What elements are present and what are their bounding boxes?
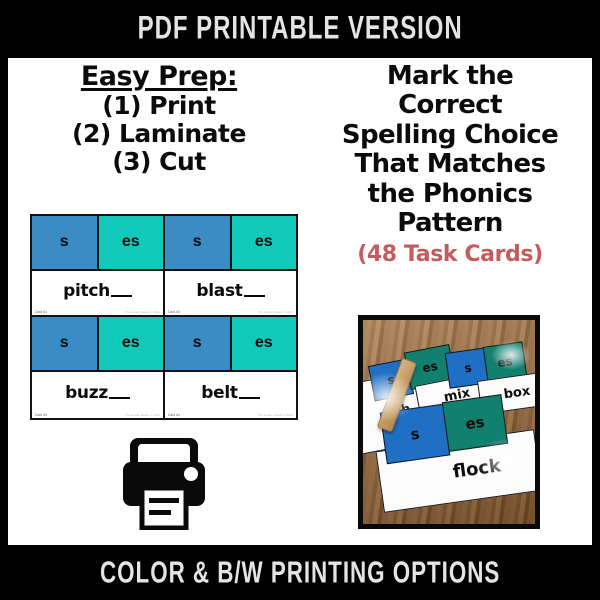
printer-indicator-icon — [184, 467, 198, 481]
right-column: Mark the Correct Spelling Choice That Ma… — [308, 61, 592, 542]
card-number: Card #3 — [35, 413, 48, 417]
instruction-line-3: Spelling Choice — [341, 119, 559, 150]
bottom-banner-text: COLOR & B/W PRINTING OPTIONS — [99, 555, 501, 589]
easy-prep-title: Easy Prep: — [80, 61, 238, 92]
bottom-banner: COLOR & B/W PRINTING OPTIONS — [0, 545, 600, 600]
top-banner-text: PDF PRINTABLE VERSION — [137, 10, 463, 47]
printer-paper-line — [149, 498, 179, 503]
task-card: s es belt Card #4 The Jordan Reads © 202… — [165, 317, 296, 418]
photo-choice-card: es — [441, 394, 509, 452]
instruction-line-1: Mark the — [386, 61, 514, 91]
choice-s[interactable]: s — [32, 216, 99, 269]
card-credit: The Jordan Reads © 2021 — [124, 310, 160, 314]
card-number: Card #4 — [168, 413, 181, 417]
instruction-line-6: Pattern — [397, 207, 503, 238]
choice-es[interactable]: es — [231, 216, 296, 269]
answer-blank — [238, 396, 260, 399]
card-word: buzz — [65, 383, 130, 403]
task-card: s es blast Card #2 The Jordan Reads © 20… — [165, 216, 296, 317]
product-photo: th s es mix s es — [358, 315, 540, 529]
top-banner: PDF PRINTABLE VERSION — [0, 0, 600, 58]
answer-blank — [110, 294, 132, 297]
choice-s[interactable]: s — [32, 317, 99, 370]
task-card-grid-preview: s es pitch Card #1 The Jordan Reads © 20… — [30, 214, 298, 420]
printer-paper-line — [149, 510, 171, 515]
easy-prep-block: Easy Prep: (1) Print (2) Laminate (3) Cu… — [14, 62, 304, 176]
choice-s[interactable]: s — [165, 216, 232, 269]
card-number: Card #1 — [35, 310, 48, 314]
choice-es[interactable]: es — [231, 317, 296, 370]
prep-step-2: (2) Laminate — [72, 119, 246, 149]
word-row: pitch Card #1 The Jordan Reads © 2021 — [32, 270, 163, 317]
instruction-line-2: Correct — [398, 90, 502, 121]
task-card-row: s es pitch Card #1 The Jordan Reads © 20… — [32, 216, 296, 317]
left-column: Easy Prep: (1) Print (2) Laminate (3) Cu… — [14, 62, 304, 542]
card-word: belt — [201, 383, 260, 403]
card-word: blast — [196, 281, 265, 301]
instruction-line-5: the Phonics — [367, 178, 533, 209]
photo-inner: th s es mix s es — [363, 320, 535, 524]
prep-step-1: (1) Print — [102, 91, 216, 121]
word-row: buzz Card #3 The Jordan Reads © 2021 — [32, 371, 163, 418]
choice-es[interactable]: es — [98, 216, 163, 269]
instruction-line-4: That Matches — [354, 149, 547, 180]
answer-blank — [108, 396, 130, 399]
instruction-heading: Mark the Correct Spelling Choice That Ma… — [308, 61, 592, 238]
poster-canvas: PDF PRINTABLE VERSION Easy Prep: (1) Pri… — [0, 0, 600, 600]
card-number: Card #2 — [168, 310, 181, 314]
card-credit: The Jordan Reads © 2021 — [124, 413, 160, 417]
choice-row: s es — [165, 216, 296, 271]
choice-row: s es — [32, 216, 163, 271]
choice-row: s es — [165, 317, 296, 372]
word-row: belt Card #4 The Jordan Reads © 2021 — [165, 371, 296, 418]
choice-s[interactable]: s — [165, 317, 232, 370]
prep-step-3: (3) Cut — [112, 147, 206, 177]
printer-icon — [122, 434, 206, 531]
answer-blank — [243, 294, 265, 297]
card-credit: The Jordan Reads © 2021 — [257, 310, 293, 314]
printer-tray-shape — [130, 438, 198, 464]
task-card: s es buzz Card #3 The Jordan Reads © 202… — [32, 317, 165, 418]
content-panel: Easy Prep: (1) Print (2) Laminate (3) Cu… — [8, 58, 592, 545]
task-card: s es pitch Card #1 The Jordan Reads © 20… — [32, 216, 165, 317]
task-card-row: s es buzz Card #3 The Jordan Reads © 202… — [32, 317, 296, 418]
task-count-badge: (48 Task Cards) — [357, 242, 543, 268]
card-word: pitch — [63, 281, 132, 301]
word-row: blast Card #2 The Jordan Reads © 2021 — [165, 270, 296, 317]
choice-row: s es — [32, 317, 163, 372]
choice-es[interactable]: es — [98, 317, 163, 370]
printer-paper-shape — [139, 485, 189, 531]
card-credit: The Jordan Reads © 2021 — [257, 413, 293, 417]
